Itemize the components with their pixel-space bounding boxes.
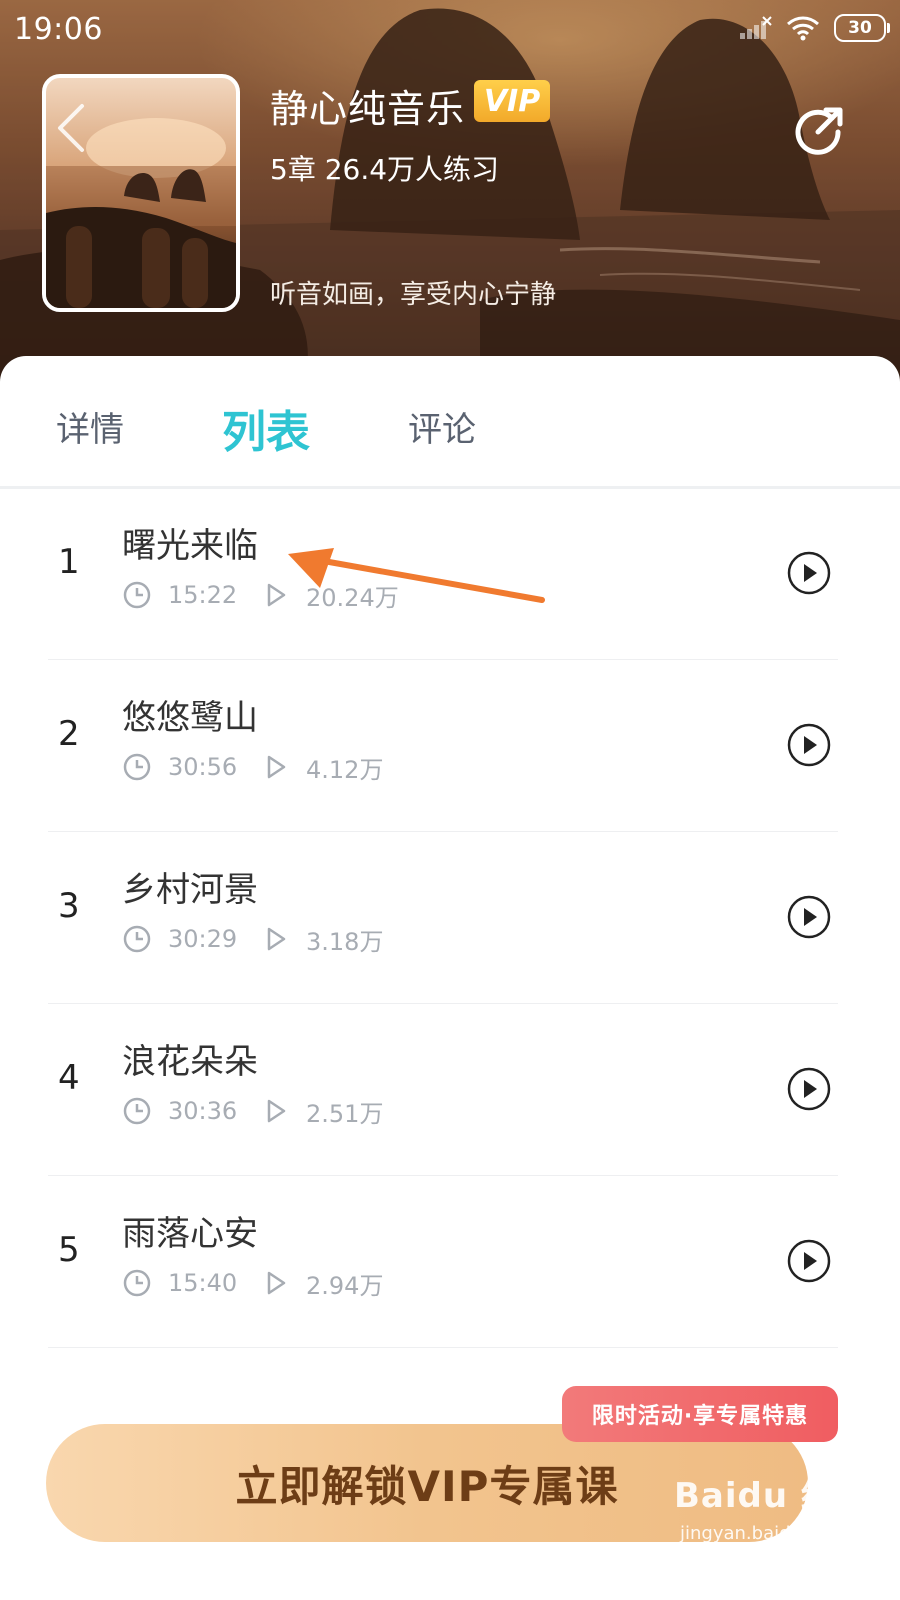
play-count-icon bbox=[267, 755, 286, 779]
track-index: 3 bbox=[58, 886, 80, 926]
track-index: 2 bbox=[58, 714, 80, 754]
track-plays: 4.12万 bbox=[306, 755, 384, 784]
play-count-icon bbox=[267, 1271, 286, 1295]
track-row[interactable]: 4 浪花朵朵 30:36 2.51万 bbox=[0, 1004, 900, 1176]
status-bar: 19:06 30 bbox=[0, 0, 900, 60]
track-title: 雨落心安 bbox=[122, 1214, 258, 1254]
track-row[interactable]: 3 乡村河景 30:29 3.18万 bbox=[0, 832, 900, 1004]
back-arrow-icon[interactable] bbox=[52, 100, 92, 156]
annotation-arrow-icon bbox=[288, 548, 545, 603]
battery-level: 30 bbox=[848, 18, 872, 38]
play-button-icon[interactable] bbox=[786, 550, 832, 596]
watermark: Baidu 经验 jingyan.baidu.com bbox=[674, 1468, 871, 1544]
clock-icon bbox=[123, 753, 151, 781]
track-row[interactable]: 2 悠悠鹭山 30:56 4.12万 bbox=[0, 660, 900, 832]
status-time: 19:06 bbox=[14, 12, 103, 47]
clock-icon bbox=[123, 581, 151, 609]
tab-comments[interactable]: 评论 bbox=[408, 402, 476, 451]
track-duration: 15:22 bbox=[168, 581, 238, 609]
play-count-icon bbox=[267, 927, 286, 951]
track-row[interactable]: 5 雨落心安 15:40 2.94万 bbox=[0, 1176, 900, 1348]
battery-indicator: 30 bbox=[834, 14, 890, 42]
track-title: 浪花朵朵 bbox=[122, 1042, 258, 1082]
course-title: 静心纯音乐 bbox=[270, 87, 466, 131]
watermark-brand: Baidu 经验 bbox=[674, 1476, 871, 1516]
track-index: 5 bbox=[58, 1230, 80, 1270]
track-title: 乡村河景 bbox=[122, 870, 258, 910]
track-meta: 30:36 2.51万 bbox=[122, 1094, 383, 1128]
clock-icon bbox=[123, 1269, 151, 1297]
course-description: 听音如画，享受内心宁静 bbox=[270, 280, 557, 310]
play-count-icon bbox=[267, 1099, 286, 1123]
play-button-icon[interactable] bbox=[786, 722, 832, 768]
vip-badge: VIP bbox=[474, 80, 550, 122]
play-button-icon[interactable] bbox=[786, 1238, 832, 1284]
tab-details[interactable]: 详情 bbox=[56, 402, 124, 451]
track-meta: 30:56 4.12万 bbox=[122, 750, 383, 784]
track-plays: 2.51万 bbox=[306, 1099, 384, 1128]
track-index: 4 bbox=[58, 1058, 80, 1098]
track-plays: 3.18万 bbox=[306, 927, 384, 956]
track-duration: 15:40 bbox=[168, 1269, 238, 1297]
share-icon[interactable] bbox=[794, 104, 846, 156]
tab-list[interactable]: 列表 bbox=[222, 396, 310, 460]
track-duration: 30:29 bbox=[168, 925, 238, 953]
course-meta: 5章 26.4万人练习 bbox=[270, 153, 500, 186]
track-meta: 30:29 3.18万 bbox=[122, 922, 383, 956]
clock-icon bbox=[123, 925, 151, 953]
track-duration: 30:56 bbox=[168, 753, 238, 781]
track-meta: 15:40 2.94万 bbox=[122, 1266, 383, 1300]
track-title: 悠悠鹭山 bbox=[122, 698, 258, 738]
watermark-url: jingyan.baidu.com bbox=[680, 1523, 847, 1544]
tab-bar: 详情 列表 评论 bbox=[0, 356, 900, 486]
promo-tag: 限时活动·享专属特惠 bbox=[562, 1386, 838, 1442]
clock-icon bbox=[123, 1097, 151, 1125]
track-plays: 2.94万 bbox=[306, 1271, 384, 1300]
wifi-icon bbox=[787, 16, 819, 41]
play-button-icon[interactable] bbox=[786, 894, 832, 940]
track-title: 曙光来临 bbox=[122, 526, 258, 566]
signal-icon bbox=[740, 16, 772, 39]
track-index: 1 bbox=[58, 542, 80, 582]
play-button-icon[interactable] bbox=[786, 1066, 832, 1112]
track-duration: 30:36 bbox=[168, 1097, 238, 1125]
row-divider bbox=[48, 1347, 838, 1348]
